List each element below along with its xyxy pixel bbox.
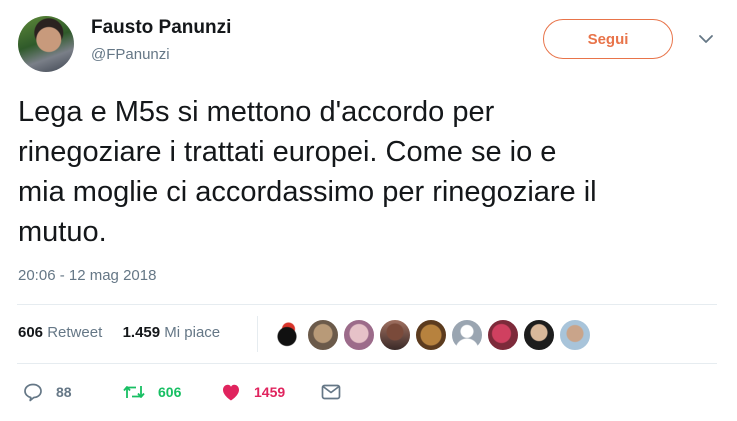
message-icon bbox=[321, 384, 341, 400]
reply-button[interactable]: 88 bbox=[22, 380, 72, 404]
author-avatar[interactable] bbox=[18, 16, 74, 72]
direct-message-button[interactable] bbox=[320, 380, 342, 404]
retweet-icon bbox=[123, 386, 145, 398]
follow-button[interactable]: Segui bbox=[543, 19, 673, 59]
reply-icon bbox=[24, 383, 42, 402]
reply-count: 88 bbox=[56, 384, 72, 400]
retweet-button[interactable]: 606 bbox=[122, 380, 181, 404]
liker-avatar[interactable] bbox=[558, 318, 592, 352]
liker-avatar[interactable] bbox=[522, 318, 556, 352]
tweet-timestamp[interactable]: 20:06 - 12 mag 2018 bbox=[18, 267, 156, 284]
heart-icon bbox=[223, 384, 239, 401]
divider bbox=[17, 363, 717, 364]
engagement-stats: 606 Retweet 1.459 Mi piace bbox=[18, 324, 220, 341]
retweet-stat[interactable]: 606 Retweet bbox=[18, 324, 106, 341]
liker-avatar[interactable] bbox=[450, 318, 484, 352]
liker-avatar[interactable] bbox=[414, 318, 448, 352]
liker-avatar[interactable] bbox=[306, 318, 340, 352]
liker-avatar[interactable] bbox=[486, 318, 520, 352]
tweet-actions: 88 606 1459 bbox=[22, 380, 622, 404]
likes-label: Mi piace bbox=[164, 324, 221, 341]
follow-button-label: Segui bbox=[587, 30, 629, 48]
liker-avatar[interactable] bbox=[270, 318, 304, 352]
caret-down-icon[interactable] bbox=[697, 32, 715, 46]
retweet-action-count: 606 bbox=[158, 384, 182, 400]
author-name[interactable]: Fausto Panunzi bbox=[91, 17, 231, 39]
liker-avatar[interactable] bbox=[342, 318, 376, 352]
likes-count: 1.459 bbox=[122, 324, 161, 341]
like-count: 1459 bbox=[254, 384, 286, 400]
likes-stat[interactable]: 1.459 Mi piace bbox=[123, 324, 221, 341]
author-handle[interactable]: @FPanunzi bbox=[91, 46, 170, 63]
like-button[interactable]: 1459 bbox=[220, 380, 285, 404]
liker-avatar[interactable] bbox=[378, 318, 412, 352]
tweet-text: Lega e M5s si mettono d'accordo per rine… bbox=[18, 96, 597, 248]
divider bbox=[17, 304, 717, 305]
stats-separator bbox=[257, 316, 258, 352]
retweet-count: 606 bbox=[18, 324, 44, 341]
retweet-label: Retweet bbox=[47, 324, 103, 341]
